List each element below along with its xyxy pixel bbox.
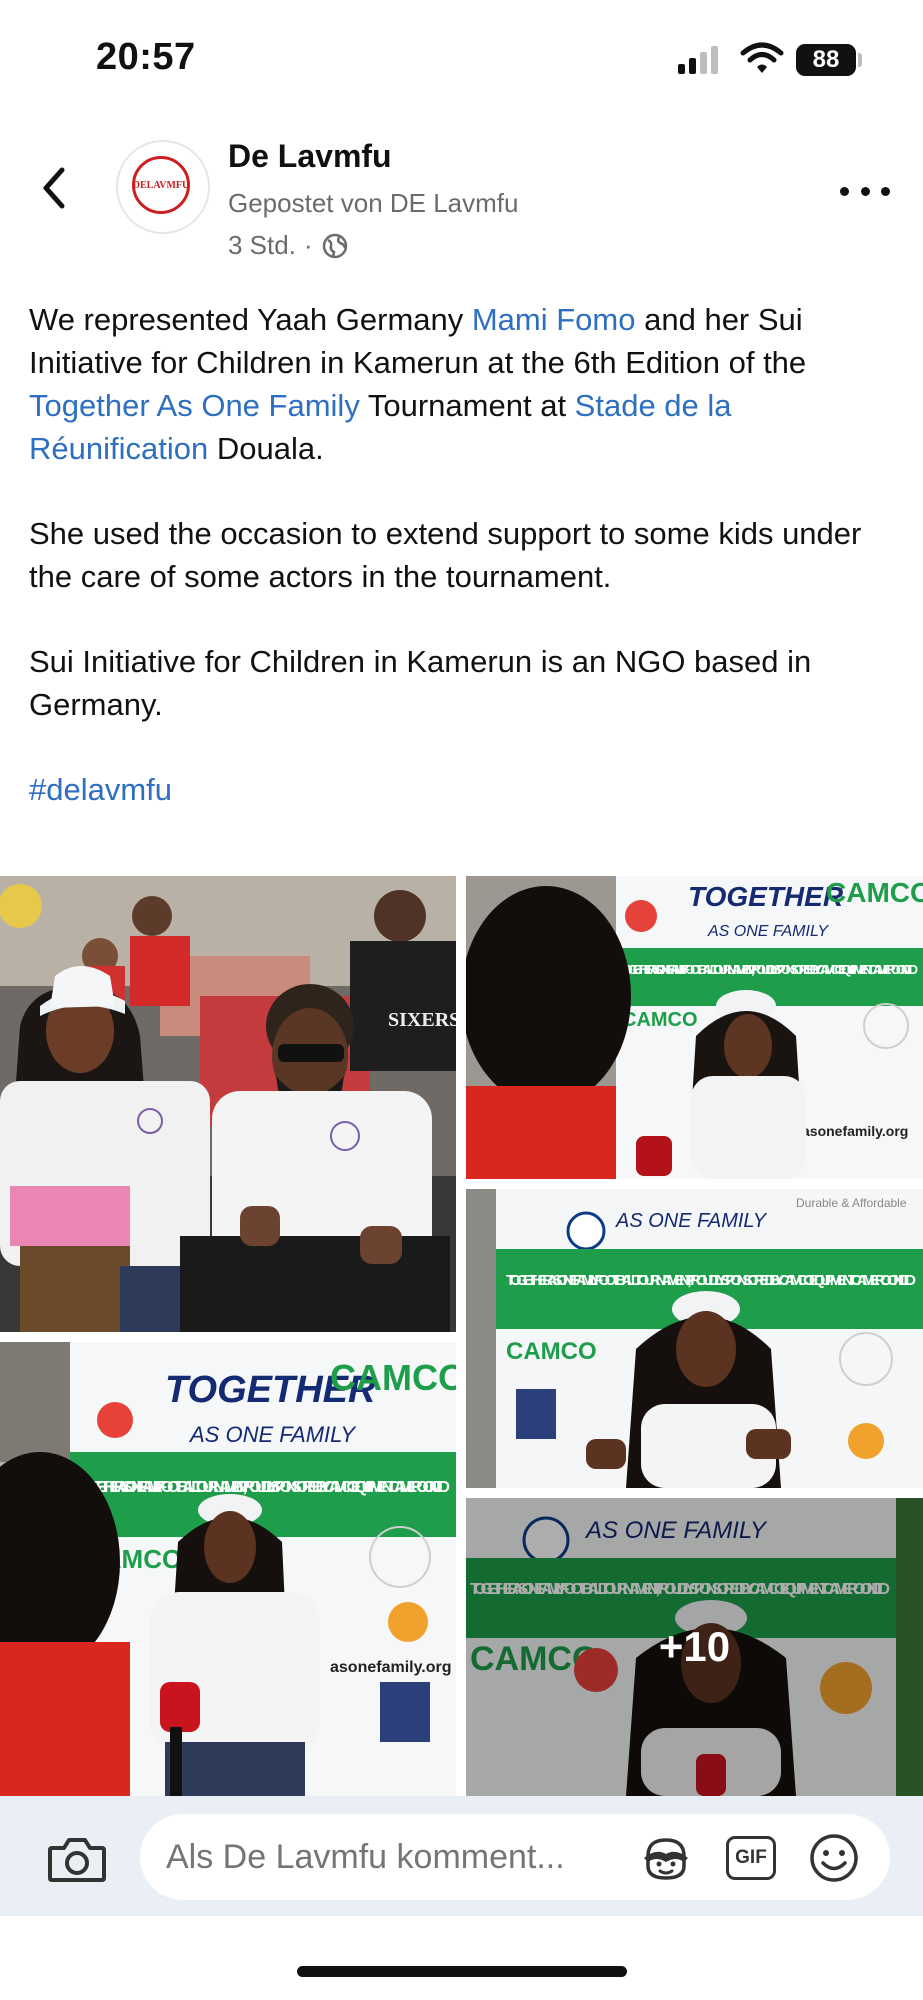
wifi-icon: [740, 42, 784, 73]
more-dot: [860, 186, 870, 196]
sponsor-logo-text: CAMCO: [506, 1338, 597, 1365]
photo-3-image: AS ONE FAMILY Durable & Affordable TOGET…: [466, 1189, 923, 1488]
sponsor-logo-text: CAMCO: [826, 877, 923, 908]
emoji-icon[interactable]: [808, 1832, 860, 1884]
post-header: DELAVMFU De Lavmfu Gepostet von DE Lavmf…: [0, 130, 923, 270]
sponsor-logo-text: CAMCO: [330, 1357, 456, 1398]
photo-2[interactable]: TOGETHER AS ONE FAMILY CAMCO TOGETHER AS…: [466, 876, 923, 1179]
hashtag-link[interactable]: #delavmfu: [29, 768, 899, 811]
status-bar: 20:57 88: [0, 0, 923, 120]
banner-website: asonefamily.org: [330, 1659, 452, 1676]
jersey-text: SIXERS: [388, 1009, 456, 1031]
avatar-logo-text: DELAVMFU: [132, 179, 190, 191]
camera-icon[interactable]: [46, 1834, 108, 1886]
banner-website: asonefamily.org: [802, 1123, 908, 1139]
post-meta: 3 Std. ·: [228, 230, 349, 261]
post-text-segment: We represented Yaah Germany: [29, 302, 472, 337]
post-text-segment: Douala.: [208, 431, 324, 466]
globe-privacy-icon: [322, 233, 347, 258]
comment-box: GIF: [140, 1814, 890, 1900]
battery-tip: [858, 53, 862, 67]
more-options-icon[interactable]: [840, 178, 890, 204]
avatar-sticker-icon[interactable]: [640, 1834, 692, 1882]
banner-subtitle: AS ONE FAMILY: [707, 923, 829, 940]
banner-strip-text: TOGETHER AS ONE FAMILY FOOTBALL TOURNAME…: [80, 1479, 450, 1496]
banner-strip-text: TOGETHER AS ONE FAMILY FOOTBALL TOURNAME…: [506, 1272, 916, 1289]
home-indicator[interactable]: [297, 1966, 627, 1977]
post-time[interactable]: 3 Std.: [228, 230, 296, 261]
more-photos-overlay[interactable]: +10: [466, 1498, 923, 1796]
photo-grid: SIXERS TOGETHER AS ONE FAMILY CAMCO GETH…: [0, 876, 923, 1796]
back-arrow-icon[interactable]: [34, 158, 74, 218]
posted-by-label: Gepostet von DE Lavmfu: [228, 188, 519, 218]
photo-1-image: SIXERS: [0, 876, 456, 1332]
mention-link[interactable]: Mami Fomo: [472, 302, 636, 337]
battery-indicator: 88: [796, 44, 856, 76]
post-body: We represented Yaah Germany Mami Fomo an…: [29, 298, 899, 853]
sponsor-logo-text: CAMCO: [622, 1009, 698, 1031]
meta-separator: ·: [303, 230, 313, 260]
mention-link[interactable]: Together As One Family: [29, 388, 360, 423]
more-dot: [840, 186, 849, 196]
post-paragraph-2: She used the occasion to extend support …: [29, 516, 862, 594]
gif-button[interactable]: GIF: [726, 1836, 776, 1880]
banner-strip-text: TOGETHER AS ONE FAMILY FOOTBALL TOURNAME…: [620, 962, 918, 977]
page-avatar[interactable]: DELAVMFU: [116, 140, 210, 234]
banner-subtitle: AS ONE FAMILY: [615, 1210, 768, 1232]
photo-3[interactable]: AS ONE FAMILY Durable & Affordable TOGET…: [466, 1189, 923, 1488]
photo-4[interactable]: TOGETHER AS ONE FAMILY CAMCO TOGETHER AS…: [0, 1342, 456, 1796]
sponsor-tagline: Durable & Affordable: [796, 1196, 907, 1210]
post-paragraph-3: Sui Initiative for Children in Kamerun i…: [29, 644, 812, 722]
photo-4-image: TOGETHER AS ONE FAMILY CAMCO TOGETHER AS…: [0, 1342, 456, 1796]
page-name[interactable]: De Lavmfu: [228, 138, 392, 175]
post-text-segment: Tournament at: [359, 388, 575, 423]
comment-bar: GIF: [0, 1796, 923, 1916]
photo-2-image: TOGETHER AS ONE FAMILY CAMCO TOGETHER AS…: [466, 876, 923, 1179]
comment-input[interactable]: [166, 1838, 606, 1877]
post-paragraph-1: We represented Yaah Germany Mami Fomo an…: [29, 298, 899, 470]
status-time: 20:57: [96, 36, 196, 78]
banner-subtitle: AS ONE FAMILY: [188, 1422, 356, 1447]
photo-1[interactable]: SIXERS: [0, 876, 456, 1332]
more-photos-count: +10: [658, 1623, 731, 1670]
more-dot: [881, 186, 890, 196]
avatar-logo: DELAVMFU: [132, 156, 190, 214]
banner-title: TOGETHER: [688, 881, 844, 912]
cellular-signal-icon: [678, 46, 718, 74]
photo-5[interactable]: AS ONE FAMILY TOGETHER AS ONE FAMILY FOO…: [466, 1498, 923, 1796]
